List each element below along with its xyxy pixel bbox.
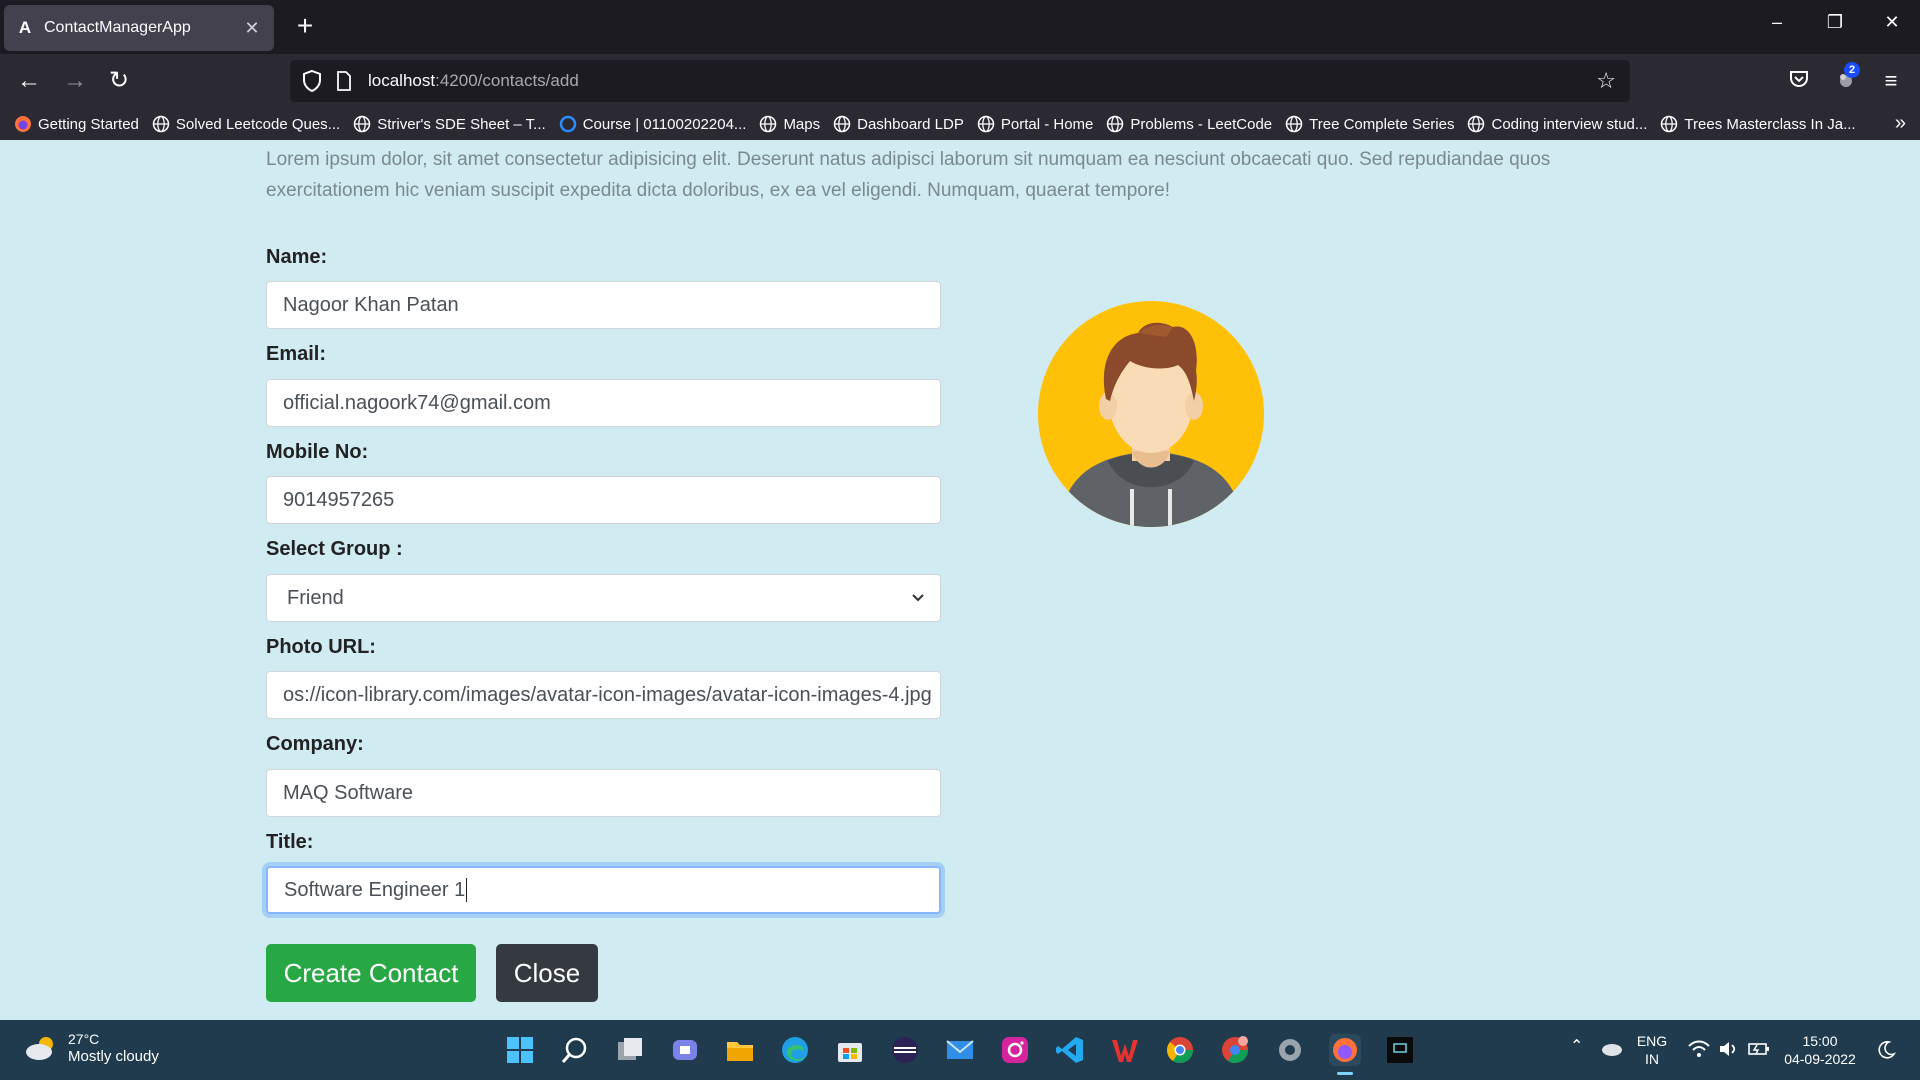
extension-badge: 2 [1844, 62, 1860, 78]
angular-favicon-icon: A [18, 18, 32, 37]
battery-icon[interactable] [1748, 1040, 1770, 1058]
chrome-profile-icon[interactable] [1219, 1034, 1251, 1066]
page-content: Lorem ipsum dolor, sit amet consectetur … [0, 140, 1920, 1020]
bookmark-star-icon[interactable]: ☆ [1596, 68, 1616, 94]
globe-icon [1285, 115, 1303, 133]
chevron-down-icon [912, 594, 924, 602]
bookmark-item[interactable]: Dashboard LDP [833, 115, 964, 133]
edge-icon[interactable] [779, 1034, 811, 1066]
globe-icon [760, 115, 777, 133]
bookmark-item[interactable]: Maps [759, 115, 820, 133]
globe-icon [1468, 115, 1485, 133]
title-label: Title: [266, 831, 314, 853]
email-label: Email: [266, 343, 327, 365]
file-explorer-icon[interactable] [724, 1034, 756, 1066]
tab-title: ContactManagerApp [44, 19, 191, 36]
cloud-sun-icon [26, 1037, 53, 1060]
create-contact-button[interactable]: Create Contact [266, 944, 476, 1002]
firefox-icon [15, 116, 31, 132]
ring-icon [559, 115, 576, 133]
company-input[interactable]: MAQ Software [266, 769, 941, 817]
globe-icon [353, 115, 371, 133]
restore-icon[interactable]: ❐ [1820, 12, 1850, 33]
bookmark-item[interactable]: Tree Complete Series [1285, 115, 1454, 133]
bookmark-item[interactable]: Striver's SDE Sheet – T... [353, 115, 546, 133]
vscode-icon[interactable] [1054, 1034, 1086, 1066]
group-selected-value: Friend [287, 586, 344, 609]
globe-icon [1107, 115, 1124, 133]
bookmarks-toolbar: Getting Started Solved Leetcode Ques... … [0, 108, 1920, 140]
volume-icon[interactable] [1718, 1040, 1740, 1058]
browser-tab-active[interactable]: A ContactManagerApp ✕ [4, 5, 274, 51]
onedrive-cloud-icon[interactable] [1600, 1038, 1624, 1058]
company-label: Company: [266, 733, 364, 755]
teams-chat-icon[interactable] [669, 1034, 701, 1066]
globe-icon [152, 115, 170, 133]
text-caret [466, 878, 468, 902]
wps-office-icon[interactable] [1109, 1034, 1141, 1066]
mail-icon[interactable] [944, 1034, 976, 1066]
mobile-input[interactable]: 9014957265 [266, 476, 941, 524]
search-icon[interactable] [559, 1034, 591, 1066]
instagram-icon[interactable] [999, 1034, 1031, 1066]
system-clock[interactable]: 15:00 04-09-2022 [1780, 1032, 1860, 1068]
globe-icon [1661, 115, 1678, 133]
input-language[interactable]: ENG IN [1634, 1032, 1670, 1068]
tab-close-icon[interactable]: ✕ [242, 18, 262, 39]
settings-gear-icon[interactable] [1274, 1034, 1306, 1066]
forward-arrow-icon[interactable]: → [60, 68, 90, 96]
browser-tab-bar: A ContactManagerApp ✕ + – ❐ ✕ [0, 0, 1920, 54]
close-button[interactable]: Close [496, 944, 598, 1002]
email-input[interactable]: official.nagoork74@gmail.com [266, 379, 941, 427]
name-input[interactable]: Nagoor Khan Patan [266, 281, 941, 329]
pocket-icon[interactable] [1784, 68, 1814, 96]
page-info-icon[interactable] [336, 71, 352, 91]
notifications-moon-icon[interactable] [1876, 1040, 1896, 1060]
back-arrow-icon[interactable]: ← [14, 68, 44, 96]
address-bar[interactable]: localhost:4200/contacts/add ☆ [290, 60, 1630, 102]
photo-url-input[interactable]: os://icon-library.com/images/avatar-icon… [266, 671, 941, 719]
bookmark-item[interactable]: Problems - LeetCode [1106, 115, 1272, 133]
terminal-app-icon[interactable] [1384, 1034, 1416, 1066]
globe-icon [977, 115, 995, 133]
title-input[interactable]: Software Engineer 1 [266, 866, 941, 914]
show-hidden-icons-chevron-icon[interactable]: ⌃ [1570, 1036, 1583, 1056]
firefox-icon[interactable] [1329, 1034, 1361, 1066]
group-label: Select Group : [266, 538, 403, 560]
bookmarks-overflow-chevron-icon[interactable]: » [1895, 112, 1906, 135]
group-select[interactable]: Friend [266, 574, 941, 622]
intro-paragraph: Lorem ipsum dolor, sit amet consectetur … [266, 149, 1551, 201]
name-label: Name: [266, 246, 328, 268]
bookmark-item[interactable]: Portal - Home [977, 115, 1093, 133]
microsoft-store-icon[interactable] [834, 1034, 866, 1066]
windows-taskbar: 27°C Mostly cloudy ⌃ ENG IN 15:00 04-09-… [0, 1020, 1920, 1080]
app-menu-icon[interactable]: ≡ [1876, 68, 1906, 94]
eclipse-icon[interactable] [889, 1034, 921, 1066]
wifi-icon[interactable] [1688, 1040, 1710, 1058]
weather-condition: Mostly cloudy [68, 1048, 159, 1065]
url-text[interactable]: localhost:4200/contacts/add [368, 71, 579, 91]
photo-url-label: Photo URL: [266, 636, 376, 658]
tracking-shield-icon[interactable] [300, 69, 324, 93]
reload-icon[interactable]: ↻ [104, 68, 134, 96]
bookmark-item[interactable]: Trees Masterclass In Ja... [1660, 115, 1856, 133]
windows-start-icon[interactable] [504, 1034, 536, 1066]
weather-widget[interactable]: 27°C Mostly cloudy [24, 1030, 159, 1066]
new-tab-icon[interactable]: + [290, 12, 320, 40]
task-view-icon[interactable] [614, 1034, 646, 1066]
title-input-value: Software Engineer 1 [284, 878, 466, 901]
bookmark-item[interactable]: Getting Started [14, 115, 139, 133]
mobile-label: Mobile No: [266, 441, 369, 463]
window-close-icon[interactable]: ✕ [1877, 12, 1907, 33]
weather-temperature: 27°C [68, 1031, 100, 1047]
minimize-icon[interactable]: – [1762, 12, 1792, 33]
bookmark-item[interactable]: Coding interview stud... [1467, 115, 1647, 133]
browser-nav-bar: ← → ↻ localhost:4200/contacts/add ☆ ≡ [0, 54, 1920, 108]
active-app-indicator [1337, 1072, 1353, 1075]
bookmark-item[interactable]: Solved Leetcode Ques... [152, 115, 340, 133]
avatar-image [1038, 301, 1264, 527]
globe-icon [833, 115, 851, 133]
bookmark-item[interactable]: Course | 01100202204... [559, 115, 746, 133]
chrome-icon[interactable] [1164, 1034, 1196, 1066]
